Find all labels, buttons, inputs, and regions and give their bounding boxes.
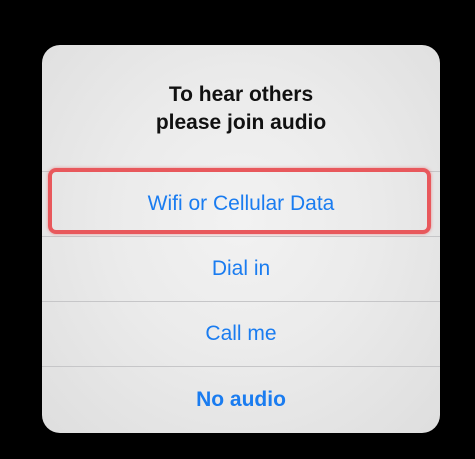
call-me-button[interactable]: Call me xyxy=(42,301,440,366)
dialog-header: To hear others please join audio xyxy=(42,45,440,171)
dial-in-button[interactable]: Dial in xyxy=(42,236,440,301)
dialog-title-line-1: To hear others xyxy=(168,83,314,106)
dialog-title: To hear others please join audio xyxy=(156,81,326,137)
dialog-title-line-2: please join audio xyxy=(155,111,327,134)
screen: To hear others please join audio Wifi or… xyxy=(0,0,475,459)
join-audio-dialog: To hear others please join audio Wifi or… xyxy=(42,45,440,433)
no-audio-button[interactable]: No audio xyxy=(42,366,440,433)
wifi-or-cellular-data-button[interactable]: Wifi or Cellular Data xyxy=(42,171,440,236)
